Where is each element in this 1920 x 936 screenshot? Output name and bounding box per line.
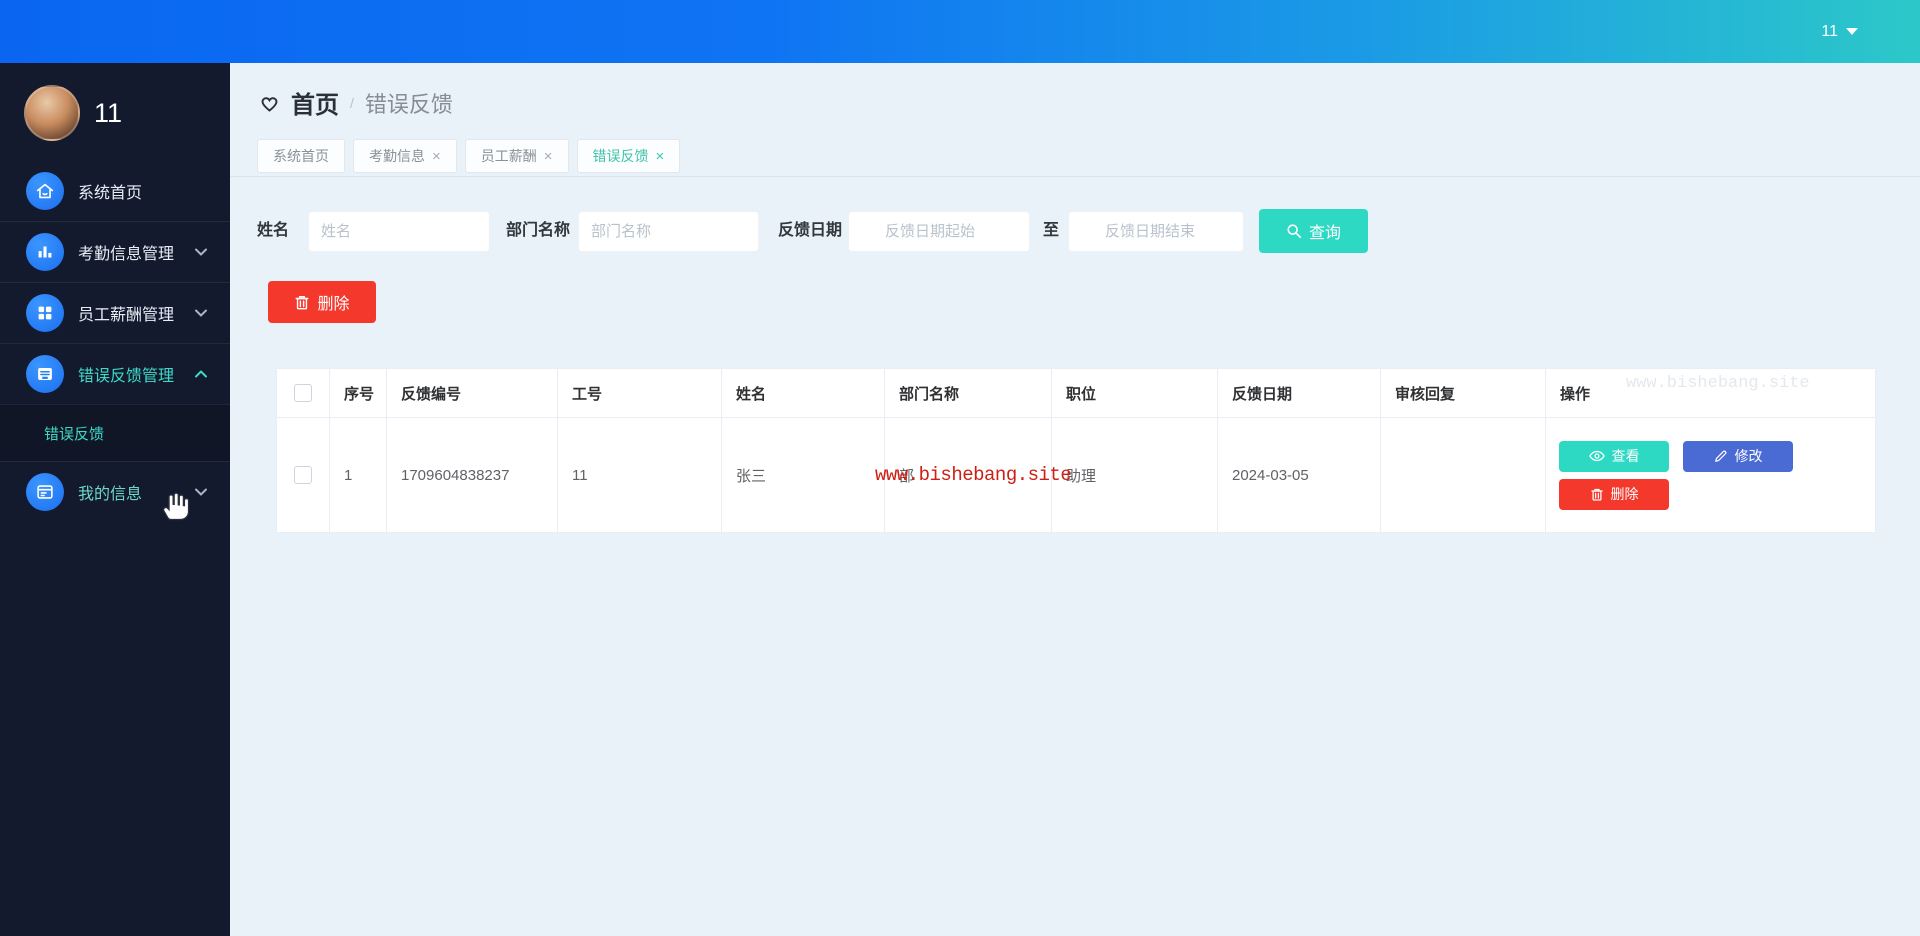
date-end-input[interactable] — [1068, 211, 1244, 252]
cell-review — [1381, 418, 1546, 533]
chevron-down-icon — [194, 248, 208, 257]
avatar[interactable] — [24, 85, 80, 141]
close-icon[interactable]: × — [432, 149, 441, 164]
breadcrumb-separator: / — [348, 95, 356, 111]
tab-label: 员工薪酬 — [481, 146, 537, 166]
cell-department: 部 — [885, 418, 1052, 533]
edit-button[interactable]: 修改 — [1683, 441, 1793, 472]
tab-attendance[interactable]: 考勤信息 × — [353, 139, 457, 173]
sidebar-item-label: 员工薪酬管理 — [78, 301, 174, 325]
feedback-icon — [26, 355, 64, 393]
cell-name: 张三 — [722, 418, 885, 533]
col-header-feedback-no: 反馈编号 — [387, 369, 558, 418]
sidebar-item-label: 系统首页 — [78, 179, 142, 203]
sidebar-item-feedback-mgmt[interactable]: 错误反馈管理 — [0, 343, 230, 404]
cell-job-no: 11 — [558, 418, 722, 533]
sidebar-item-my-info[interactable]: 我的信息 — [0, 461, 230, 522]
sidebar-submenu: 错误反馈 — [0, 404, 230, 461]
sidebar-item-attendance[interactable]: 考勤信息管理 — [0, 221, 230, 282]
sidebar-item-salary[interactable]: 员工薪酬管理 — [0, 282, 230, 343]
row-delete-label: 删除 — [1611, 484, 1639, 504]
table-header-row: 序号 反馈编号 工号 姓名 部门名称 职位 反馈日期 审核回复 操作 — [277, 369, 1876, 418]
caret-down-icon — [1846, 28, 1858, 35]
chevron-up-icon — [194, 370, 208, 379]
col-header-date: 反馈日期 — [1218, 369, 1381, 418]
filter-bar: 姓名 部门名称 反馈日期 至 查询 — [230, 209, 1920, 253]
name-label: 姓名 — [257, 209, 289, 253]
tab-feedback[interactable]: 错误反馈 × — [577, 139, 681, 173]
grid-icon — [26, 294, 64, 332]
row-checkbox[interactable] — [294, 466, 312, 484]
sidebar-subitem-feedback[interactable]: 错误反馈 — [0, 405, 230, 461]
close-icon[interactable]: × — [544, 149, 553, 164]
tab-label: 错误反馈 — [593, 146, 649, 166]
user-menu[interactable]: 11 — [1821, 0, 1858, 63]
col-header-job-no: 工号 — [558, 369, 722, 418]
sidebar-subitem-label: 错误反馈 — [44, 423, 104, 444]
col-header-department: 部门名称 — [885, 369, 1052, 418]
sidebar-item-system-home[interactable]: 系统首页 — [0, 160, 230, 221]
breadcrumb-current: 错误反馈 — [365, 87, 453, 119]
date-start-input[interactable] — [848, 211, 1030, 252]
view-button-label: 查看 — [1612, 446, 1640, 466]
sidebar: 11 系统首页 考勤信息管理 — [0, 63, 230, 936]
query-button[interactable]: 查询 — [1259, 209, 1368, 253]
col-header-review: 审核回复 — [1381, 369, 1546, 418]
user-menu-name: 11 — [1821, 23, 1838, 41]
feedback-table: www.bishebang.site www.bishebang.site 序号… — [276, 368, 1875, 533]
breadcrumb: 首页 / 错误反馈 — [257, 85, 453, 120]
heart-icon — [257, 91, 282, 115]
view-button[interactable]: 查看 — [1559, 441, 1669, 472]
tab-label: 考勤信息 — [369, 146, 425, 166]
cell-feedback-no: 1709604838237 — [387, 418, 558, 533]
cell-index: 1 — [330, 418, 387, 533]
sidebar-item-label: 我的信息 — [78, 480, 142, 504]
col-header-index: 序号 — [330, 369, 387, 418]
department-input[interactable] — [578, 211, 759, 252]
cell-actions: 查看 修改 — [1546, 418, 1876, 533]
col-header-actions: 操作 — [1546, 369, 1876, 418]
date-label: 反馈日期 — [778, 209, 842, 253]
tab-system-home[interactable]: 系统首页 — [257, 139, 345, 173]
search-icon — [1286, 223, 1302, 239]
chevron-down-icon — [194, 309, 208, 318]
select-all-checkbox[interactable] — [294, 384, 312, 402]
name-input[interactable] — [308, 211, 490, 252]
tab-salary[interactable]: 员工薪酬 × — [465, 139, 569, 173]
sidebar-menu: 系统首页 考勤信息管理 员工薪酬管理 — [0, 160, 230, 522]
profile-name: 11 — [94, 98, 122, 129]
close-icon[interactable]: × — [656, 149, 665, 164]
bar-chart-icon — [26, 233, 64, 271]
col-header-position: 职位 — [1052, 369, 1218, 418]
col-header-name: 姓名 — [722, 369, 885, 418]
id-card-icon — [26, 473, 64, 511]
cell-department-text: 部 — [899, 468, 914, 485]
cell-date: 2024-03-05 — [1218, 418, 1381, 533]
main-content: 首页 / 错误反馈 系统首页 考勤信息 × 员工薪酬 × 错误反馈 × 姓名 部… — [230, 63, 1920, 936]
query-button-label: 查询 — [1309, 219, 1341, 243]
pencil-icon — [1714, 449, 1728, 463]
tab-label: 系统首页 — [273, 146, 329, 166]
sidebar-item-label: 错误反馈管理 — [78, 362, 174, 386]
home-icon — [26, 172, 64, 210]
row-delete-button[interactable]: 删除 — [1559, 479, 1669, 510]
department-label: 部门名称 — [506, 209, 570, 253]
chevron-down-icon — [194, 488, 208, 497]
profile: 11 — [0, 63, 230, 163]
sidebar-item-label: 考勤信息管理 — [78, 240, 174, 264]
bulk-delete-label: 删除 — [317, 290, 349, 314]
edit-button-label: 修改 — [1735, 446, 1763, 466]
tab-bar: 系统首页 考勤信息 × 员工薪酬 × 错误反馈 × — [257, 139, 680, 173]
trash-icon — [294, 294, 310, 311]
topbar: 11 — [0, 0, 1920, 63]
breadcrumb-home[interactable]: 首页 — [291, 85, 339, 120]
divider — [230, 176, 1920, 177]
bulk-delete-button[interactable]: 删除 — [268, 281, 376, 323]
eye-icon — [1589, 450, 1605, 462]
to-label: 至 — [1043, 209, 1059, 253]
cell-position: 助理 — [1052, 418, 1218, 533]
trash-icon — [1590, 487, 1604, 502]
table-row: 1 1709604838237 11 张三 部 助理 2024-03-05 — [277, 418, 1876, 533]
